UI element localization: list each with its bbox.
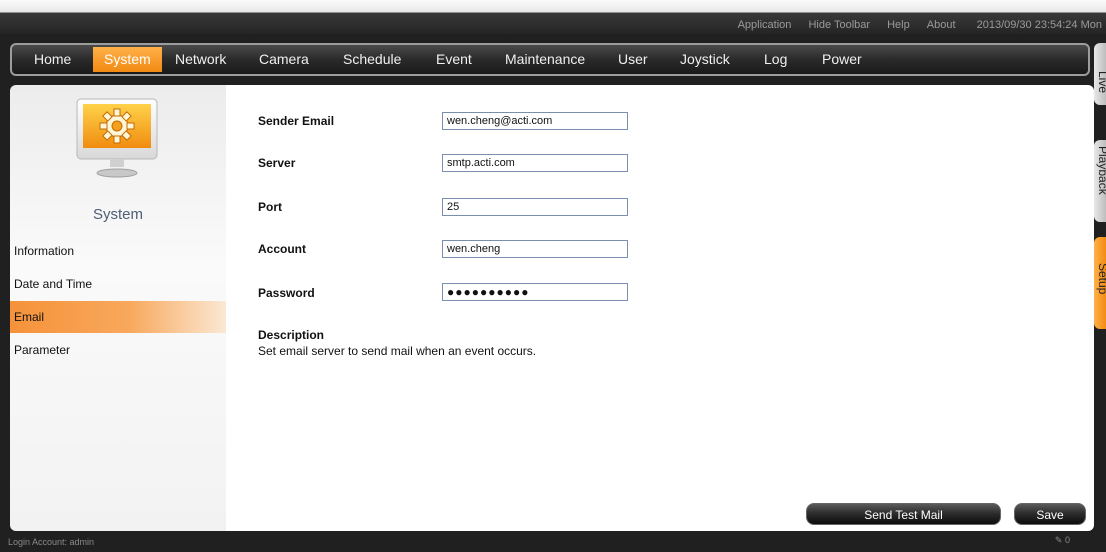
description-text: Set email server to send mail when an ev… bbox=[258, 344, 537, 358]
megaphone-icon: ✎ bbox=[1054, 535, 1063, 545]
nav-user[interactable]: User bbox=[618, 45, 648, 74]
hide-toolbar-link[interactable]: Hide Toolbar bbox=[808, 19, 870, 31]
nav-camera[interactable]: Camera bbox=[259, 45, 309, 74]
tab-playback-label: Playback bbox=[1096, 146, 1106, 195]
sidebar-item-parameter[interactable]: Parameter bbox=[10, 334, 226, 366]
password-field[interactable]: ●●●●●●●●●● bbox=[442, 283, 628, 301]
login-status: Login Account: admin bbox=[8, 537, 95, 547]
status-count: 0 bbox=[1064, 535, 1070, 545]
tab-setup[interactable]: Setup bbox=[1094, 237, 1106, 329]
top-toolbar: Application Hide Toolbar Help About 2013… bbox=[0, 0, 1106, 34]
nav-joystick[interactable]: Joystick bbox=[680, 45, 730, 74]
sidebar-item-email[interactable]: Email bbox=[10, 301, 226, 333]
datetime-display: 2013/09/30 23:54:24 Mon bbox=[976, 19, 1102, 31]
sidebar-title: System bbox=[92, 206, 143, 223]
top-links: Application Hide Toolbar Help About 2013… bbox=[724, 19, 1102, 31]
nav-power[interactable]: Power bbox=[822, 45, 862, 74]
server-field[interactable]: smtp.acti.com bbox=[442, 154, 628, 172]
nav-event[interactable]: Event bbox=[436, 45, 472, 74]
nav-network[interactable]: Network bbox=[175, 45, 226, 74]
account-label: Account bbox=[258, 242, 306, 256]
password-label: Password bbox=[258, 286, 315, 300]
tab-live[interactable]: Live bbox=[1094, 43, 1106, 105]
nav-log[interactable]: Log bbox=[764, 45, 787, 74]
help-link[interactable]: Help bbox=[887, 19, 910, 31]
send-test-mail-button[interactable]: Send Test Mail bbox=[806, 503, 1001, 525]
status-counter: ✎ 0 bbox=[1055, 535, 1070, 546]
main-nav: Home System Network Camera Schedule Even… bbox=[10, 43, 1090, 76]
tab-live-label: Live bbox=[1096, 71, 1106, 94]
email-settings-panel: Sender Email wen.cheng@acti.com Server s… bbox=[226, 85, 1094, 531]
port-field[interactable]: 25 bbox=[442, 198, 628, 216]
account-field[interactable]: wen.cheng bbox=[442, 240, 628, 258]
tab-setup-label: Setup bbox=[1096, 263, 1106, 295]
description-title: Description bbox=[258, 328, 325, 342]
sidebar-item-date-and-time[interactable]: Date and Time bbox=[10, 268, 226, 300]
sender-email-field[interactable]: wen.cheng@acti.com bbox=[442, 112, 628, 130]
gear-monitor-icon bbox=[76, 98, 158, 178]
save-button[interactable]: Save bbox=[1014, 503, 1086, 525]
application-link[interactable]: Application bbox=[738, 19, 792, 31]
nav-home[interactable]: Home bbox=[34, 45, 71, 74]
server-label: Server bbox=[258, 156, 296, 170]
nav-maintenance[interactable]: Maintenance bbox=[505, 45, 585, 74]
nav-schedule[interactable]: Schedule bbox=[343, 45, 401, 74]
tab-playback[interactable]: Playback bbox=[1094, 140, 1106, 222]
sender-email-label: Sender Email bbox=[258, 114, 335, 128]
about-link[interactable]: About bbox=[927, 19, 956, 31]
sidebar-item-information[interactable]: Information bbox=[10, 235, 226, 267]
nav-system[interactable]: System bbox=[93, 47, 162, 72]
port-label: Port bbox=[258, 200, 282, 214]
sidebar: System Information Date and Time Email P… bbox=[10, 85, 226, 531]
